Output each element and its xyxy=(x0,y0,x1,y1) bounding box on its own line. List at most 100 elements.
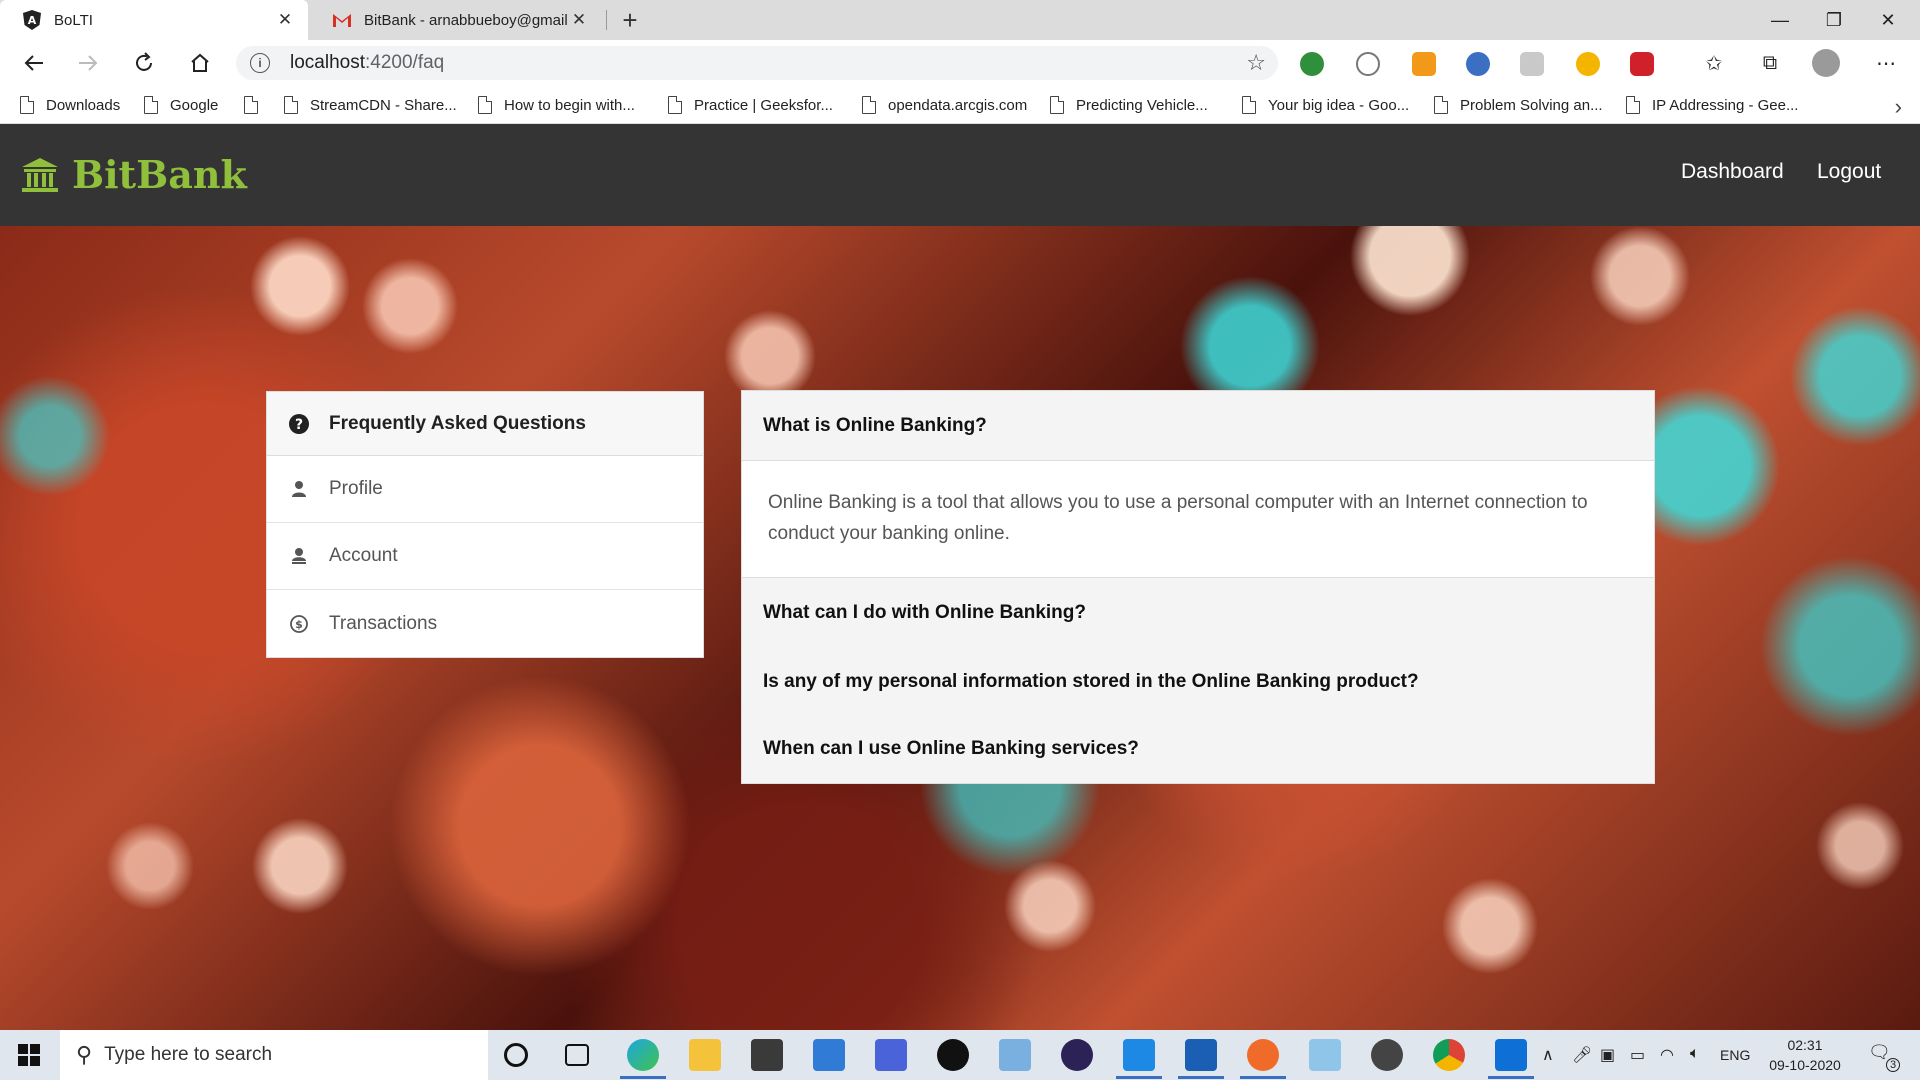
store-icon[interactable] xyxy=(751,1039,783,1071)
extension-offer-icon[interactable] xyxy=(1412,52,1436,76)
app-window-icon[interactable] xyxy=(1185,1039,1217,1071)
close-window-button[interactable]: ✕ xyxy=(1858,0,1918,40)
cortana-icon[interactable] xyxy=(504,1043,528,1067)
wifi-icon[interactable]: ◠ xyxy=(1660,1045,1674,1065)
tab-bolti[interactable]: A BoLTI ✕ xyxy=(0,0,308,40)
bookmark-item[interactable]: Practice | Geeksfor... xyxy=(668,94,833,116)
edge-browser-icon[interactable] xyxy=(627,1039,659,1071)
clock-date: 09-10-2020 xyxy=(1769,1057,1841,1073)
dashboard-link[interactable]: Dashboard xyxy=(1681,160,1784,184)
display-icon[interactable]: ▣ xyxy=(1600,1045,1615,1065)
menu-item-label: Transactions xyxy=(329,612,438,634)
bookmark-item[interactable]: StreamCDN - Share... xyxy=(284,94,457,116)
close-tab-icon[interactable]: ✕ xyxy=(568,9,590,31)
browser-tab-bar: A BoLTI ✕ BitBank - arnabbueboy@gmail.c … xyxy=(0,0,1920,40)
account-icon xyxy=(289,546,309,566)
faq-question-expanded[interactable]: What is Online Banking? xyxy=(742,391,1654,461)
chevron-right-icon[interactable]: › xyxy=(1895,94,1902,120)
favorite-star-icon[interactable]: ☆ xyxy=(1246,50,1266,76)
brand-logo[interactable]: BitBank xyxy=(20,152,247,197)
remote-desktop-icon[interactable] xyxy=(999,1039,1031,1071)
question-circle-icon: ? xyxy=(289,413,309,434)
maximize-button[interactable]: ❐ xyxy=(1804,0,1864,40)
faq-question[interactable]: What can I do with Online Banking? xyxy=(742,578,1654,648)
active-app-indicator xyxy=(1488,1076,1534,1079)
collections-icon[interactable]: ⧉ xyxy=(1752,45,1788,81)
browser-nav-bar: i localhost:4200/faq ☆ ✩ ⧉ ⋯ xyxy=(0,40,1920,86)
chevron-up-icon[interactable]: ∧ xyxy=(1542,1045,1554,1065)
extension-globe-icon[interactable] xyxy=(1300,52,1324,76)
bookmark-item[interactable] xyxy=(244,94,270,116)
menu-item-account[interactable]: Account xyxy=(267,523,703,590)
xbox-icon[interactable] xyxy=(937,1039,969,1071)
eclipse-icon[interactable] xyxy=(1061,1039,1093,1071)
logout-link[interactable]: Logout xyxy=(1817,160,1881,184)
bookmark-item[interactable]: How to begin with... xyxy=(478,94,635,116)
faq-question[interactable]: When can I use Online Banking services? xyxy=(742,715,1654,783)
windows-start-icon[interactable] xyxy=(0,1030,58,1080)
faq-answer: Online Banking is a tool that allows you… xyxy=(742,461,1654,578)
taskbar-clock[interactable]: 02:31 09-10-2020 xyxy=(1760,1035,1850,1075)
extension-bike-icon[interactable] xyxy=(1356,52,1380,76)
bookmark-item[interactable]: IP Addressing - Gee... xyxy=(1626,94,1798,116)
extension-k-icon[interactable] xyxy=(1520,52,1544,76)
refresh-icon[interactable] xyxy=(126,45,162,81)
menu-item-transactions[interactable]: $ Transactions xyxy=(267,590,703,657)
active-app-indicator xyxy=(620,1076,666,1079)
page-icon xyxy=(1626,96,1640,114)
page-icon xyxy=(284,96,298,114)
bookmark-item[interactable]: Your big idea - Goo... xyxy=(1242,94,1409,116)
more-menu-icon[interactable]: ⋯ xyxy=(1868,45,1904,81)
tab-gmail[interactable]: BitBank - arnabbueboy@gmail.c ✕ xyxy=(310,0,602,40)
page-icon xyxy=(144,96,158,114)
active-app-indicator xyxy=(1240,1076,1286,1079)
task-view-icon[interactable] xyxy=(565,1044,589,1066)
forward-icon[interactable] xyxy=(70,45,106,81)
minimize-button[interactable]: — xyxy=(1750,0,1810,40)
profile-avatar-icon[interactable] xyxy=(1812,49,1840,77)
extension-adblock-icon[interactable] xyxy=(1630,52,1654,76)
volume-muted-icon[interactable]: 🔈︎ xyxy=(1690,1045,1700,1063)
teamviewer-icon[interactable] xyxy=(1495,1039,1527,1071)
home-icon[interactable] xyxy=(182,45,218,81)
postman-icon[interactable] xyxy=(1247,1039,1279,1071)
taskbar-search-input[interactable]: ⚲ Type here to search xyxy=(60,1030,488,1080)
search-icon: ⚲ xyxy=(76,1042,93,1067)
faq-question[interactable]: Is any of my personal information stored… xyxy=(742,648,1654,715)
azure-data-studio-icon[interactable] xyxy=(875,1039,907,1071)
menu-item-profile[interactable]: Profile xyxy=(267,456,703,523)
svg-text:?: ? xyxy=(295,417,303,433)
angular-icon: A xyxy=(22,10,42,30)
faq-menu-title[interactable]: ? Frequently Asked Questions xyxy=(267,392,703,456)
bookmark-item[interactable]: opendata.arcgis.com xyxy=(862,94,1027,116)
battery-icon[interactable]: ▭ xyxy=(1630,1045,1645,1065)
back-icon[interactable] xyxy=(16,45,52,81)
settings-icon[interactable] xyxy=(1371,1039,1403,1071)
bookmark-item[interactable]: Google xyxy=(144,94,218,116)
chrome-icon[interactable] xyxy=(1433,1039,1465,1071)
notes-app-icon[interactable] xyxy=(1309,1039,1341,1071)
bookmark-item[interactable]: Predicting Vehicle... xyxy=(1050,94,1208,116)
favorites-icon[interactable]: ✩ xyxy=(1696,45,1732,81)
file-explorer-icon[interactable] xyxy=(689,1039,721,1071)
app-header: BitBank Dashboard Logout xyxy=(0,124,1920,226)
extension-download-icon[interactable] xyxy=(1576,52,1600,76)
new-tab-button[interactable]: + xyxy=(614,4,646,36)
bookmark-item[interactable]: Problem Solving an... xyxy=(1434,94,1603,116)
windows-taskbar: ⚲ Type here to search ∧ 🎤︎ ▣ ▭ ◠ 🔈︎ ENG … xyxy=(0,1030,1920,1080)
mail-icon[interactable] xyxy=(813,1039,845,1071)
dollar-circle-icon: $ xyxy=(289,614,309,634)
language-indicator[interactable]: ENG xyxy=(1720,1047,1750,1063)
close-tab-icon[interactable]: ✕ xyxy=(274,9,296,31)
faq-category-menu: ? Frequently Asked Questions Profile Acc… xyxy=(266,391,704,658)
site-info-icon[interactable]: i xyxy=(250,53,270,73)
address-bar[interactable]: i localhost:4200/faq ☆ xyxy=(236,46,1278,80)
extension-translate-icon[interactable] xyxy=(1466,52,1490,76)
gmail-icon xyxy=(332,10,352,30)
microphone-icon[interactable]: 🎤︎ xyxy=(1572,1045,1592,1065)
menu-item-label: Account xyxy=(329,545,398,566)
bookmark-item[interactable]: Downloads xyxy=(20,94,120,116)
active-app-indicator xyxy=(1116,1076,1162,1079)
vscode-icon[interactable] xyxy=(1123,1039,1155,1071)
url-text: localhost:4200/faq xyxy=(290,52,445,73)
